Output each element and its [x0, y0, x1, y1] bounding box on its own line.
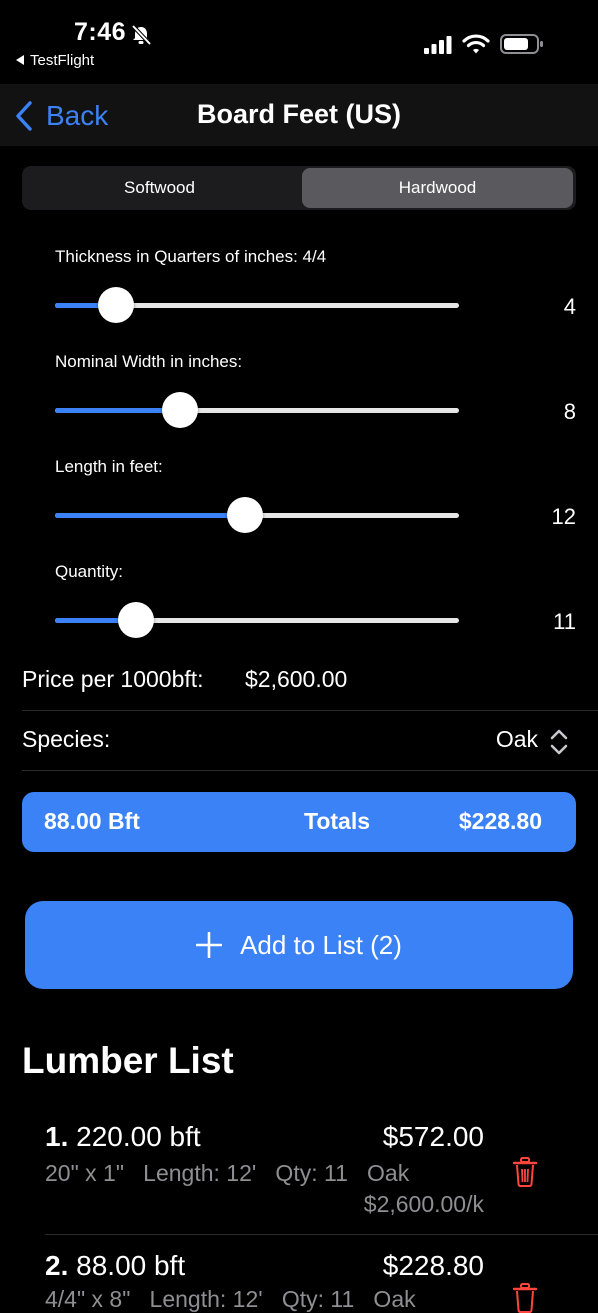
divider: [22, 710, 598, 711]
page-title: Board Feet (US): [196, 99, 402, 129]
back-to-testflight[interactable]: TestFlight: [16, 52, 94, 69]
wood-type-segmented-control: Softwood Hardwood: [22, 166, 576, 210]
length-value: 12: [551, 504, 576, 529]
species-picker-value[interactable]: Oak: [440, 726, 538, 753]
totals-bft: 88.00 Bft: [44, 808, 140, 834]
segment-softwood[interactable]: Softwood: [24, 168, 295, 208]
species-label: Species:: [22, 726, 111, 752]
quantity-slider-thumb[interactable]: [117, 602, 154, 638]
lumber-list-title: Lumber List: [22, 1040, 234, 1081]
add-to-list-button[interactable]: Add to List (2): [25, 901, 573, 989]
length-slider[interactable]: [55, 497, 459, 533]
trash-icon[interactable]: [512, 1157, 538, 1187]
quantity-slider[interactable]: [55, 602, 459, 638]
width-slider[interactable]: [55, 392, 459, 428]
length-slider-thumb[interactable]: [226, 497, 263, 533]
segment-hardwood[interactable]: Hardwood: [302, 168, 573, 208]
battery-icon: [500, 34, 543, 54]
totals-bar: 88.00 Bft Totals $228.80: [22, 792, 576, 852]
trash-icon[interactable]: [512, 1283, 538, 1313]
list-item-title: 2. 88.00 bft: [45, 1250, 186, 1281]
bell-muted-icon: [131, 24, 152, 46]
thickness-label: Thickness in Quarters of inches: 4/4: [55, 247, 327, 266]
price-value: $2,600.00: [245, 666, 348, 692]
divider: [45, 1234, 598, 1235]
totals-label: Totals: [304, 808, 371, 834]
list-item-price: $228.80: [382, 1250, 484, 1281]
thickness-slider-thumb[interactable]: [97, 287, 134, 323]
thickness-value: 4: [563, 294, 576, 319]
width-label: Nominal Width in inches:: [55, 352, 243, 371]
length-label: Length in feet:: [55, 457, 163, 476]
width-value: 8: [563, 399, 576, 424]
list-item-detail: 20" x 1" Length: 12' Qty: 11 Oak: [45, 1160, 410, 1186]
divider: [22, 770, 598, 771]
thickness-slider[interactable]: [55, 287, 459, 323]
length-slider-fill: [55, 513, 245, 518]
cellular-signal-icon: [424, 36, 452, 54]
list-item-price: $572.00: [382, 1121, 484, 1152]
plus-icon: [196, 932, 223, 958]
wifi-icon: [462, 34, 490, 54]
list-item-rate: $2,600.00/k: [363, 1191, 484, 1217]
status-time: 7:46: [74, 18, 127, 46]
width-slider-thumb[interactable]: [162, 392, 199, 428]
chevron-up-down-icon[interactable]: [548, 728, 570, 756]
list-item-title: 1. 220.00 bft: [45, 1121, 201, 1152]
back-triangle-icon: [16, 55, 24, 66]
quantity-value: 11: [553, 609, 576, 634]
totals-price: $228.80: [458, 808, 542, 834]
quantity-label: Quantity:: [55, 562, 124, 581]
price-label: Price per 1000bft:: [22, 666, 204, 692]
